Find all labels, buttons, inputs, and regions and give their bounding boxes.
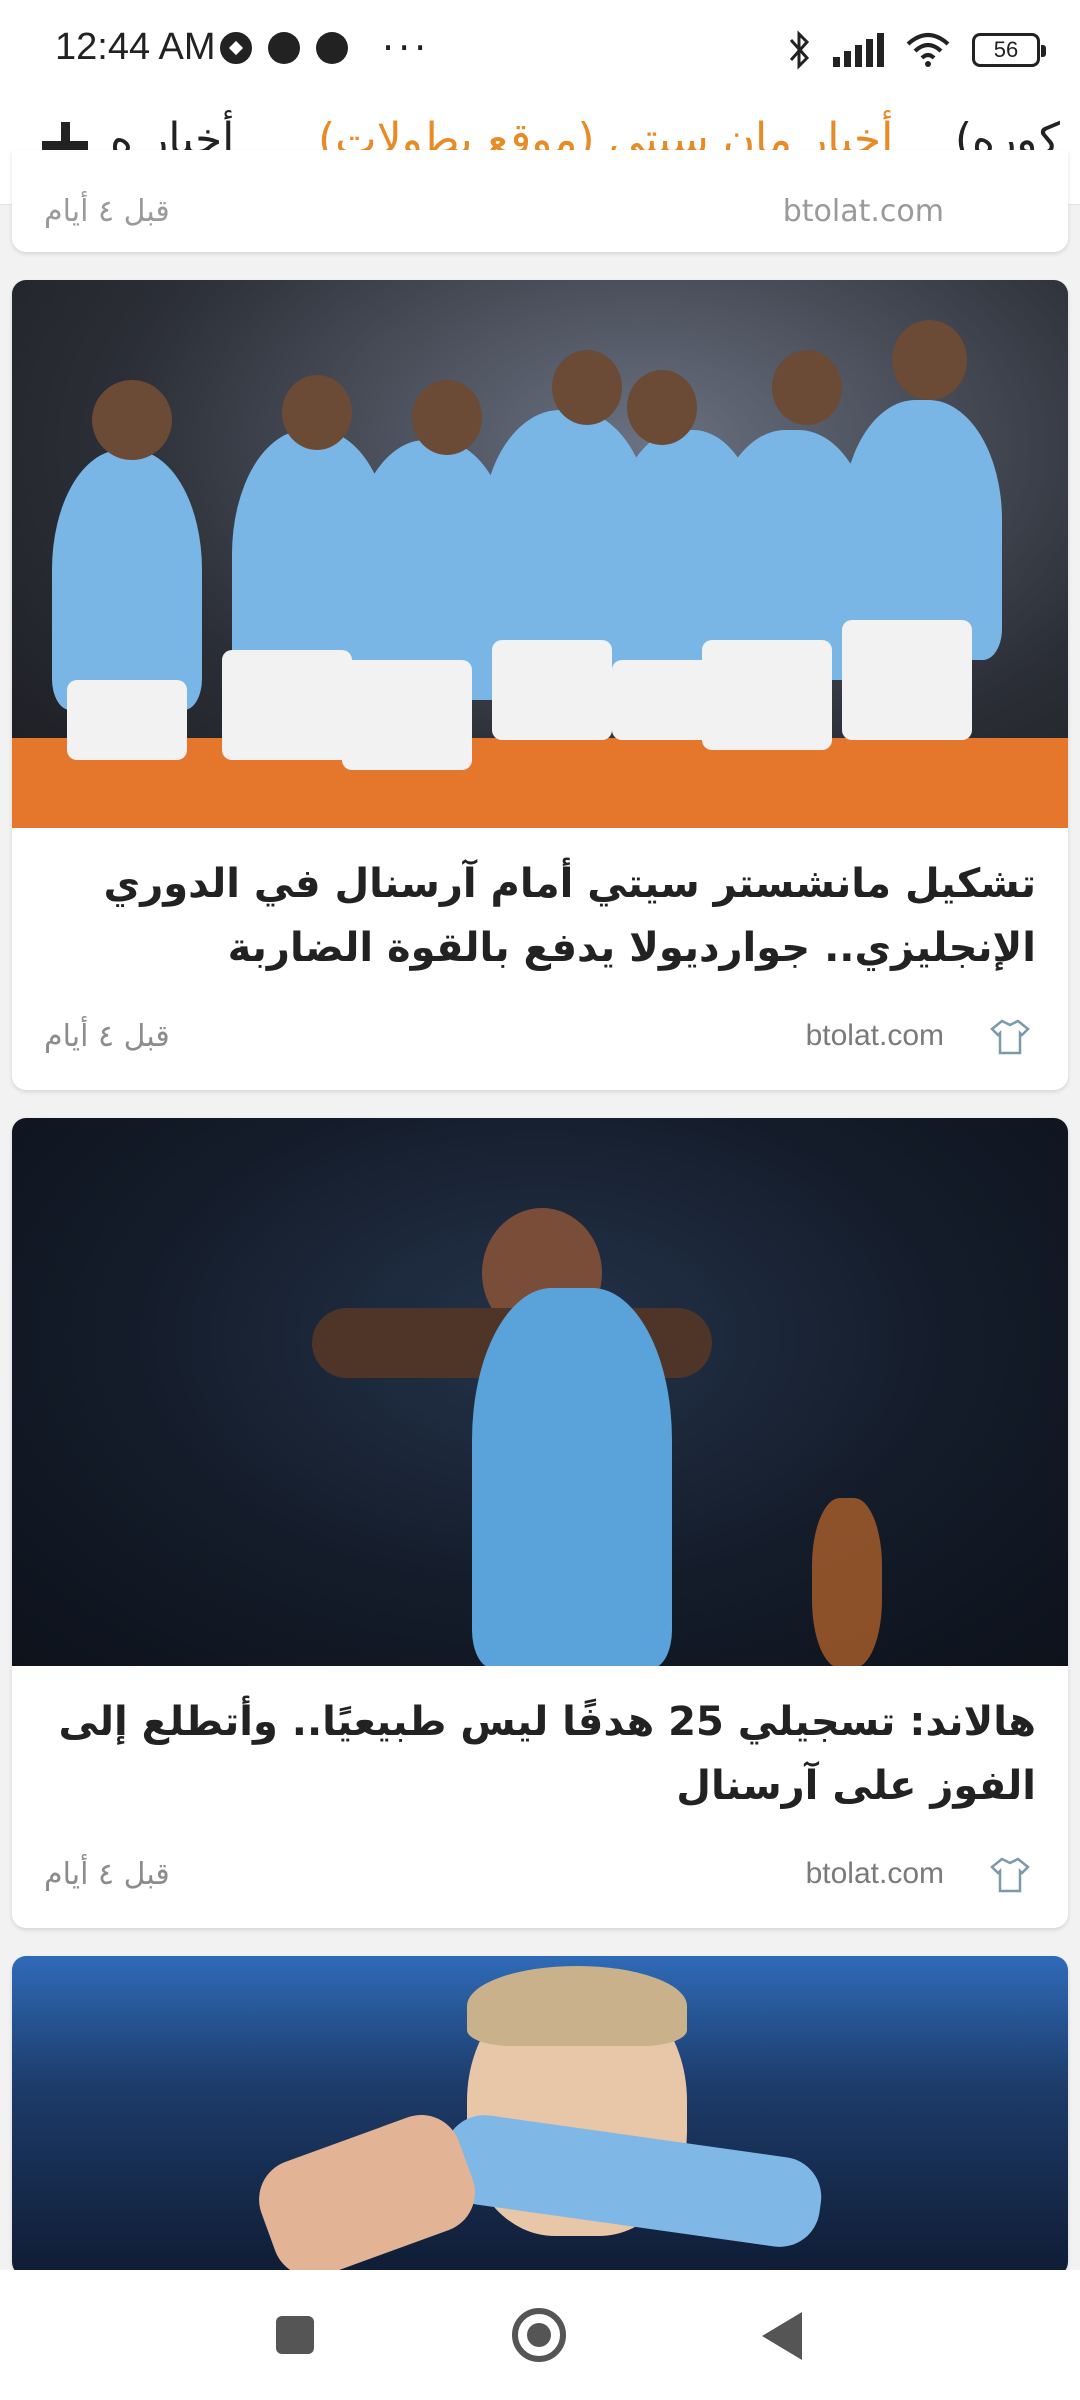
news-card[interactable]: تشكيل مانشستر سيتي أمام آرسنال في الدوري… [12,280,1068,1090]
bluetooth-icon [789,30,810,70]
notification-icons: ··· [220,26,431,70]
wifi-icon [906,33,950,67]
status-time: 12:44 AM [55,26,216,68]
system-nav-bar [0,2270,1080,2400]
article-source: btolat.com [805,1019,944,1052]
article-title: هالاند: تسجيلي 25 هدفًا ليس طبيعيًا.. وأ… [58,1699,1037,1809]
partial-time: قبل ٤ أيام [44,194,170,229]
back-triangle-icon[interactable] [762,2312,802,2360]
partial-source: btolat.com [782,194,944,229]
football-icon [220,32,252,64]
news-card[interactable]: هالاند: تسجيلي 25 هدفًا ليس طبيعيًا.. وأ… [12,1118,1068,1928]
article-image [12,1118,1068,1666]
app-notification-icon [316,32,348,64]
article-meta: قبل ٤ أيام btolat.com [44,1853,1036,1903]
article-meta: قبل ٤ أيام btolat.com [44,1015,1036,1065]
notification-dot-icon [268,32,300,64]
shirt-icon [990,1857,1030,1893]
system-icons: 56 [787,30,1046,70]
article-image [12,1956,1068,2276]
article-source: btolat.com [805,1857,944,1890]
recents-square-icon[interactable] [276,2316,314,2354]
news-card[interactable] [12,1956,1068,2276]
article-time: قبل ٤ أيام [44,1857,170,1892]
status-bar: 12:44 AM ··· 56 [0,0,1080,100]
signal-icon [833,33,884,67]
shirt-icon [990,1019,1030,1055]
home-circle-icon[interactable] [512,2308,566,2362]
partial-meta: قبل ٤ أيام btolat.com [44,194,1036,234]
battery-icon: 56 [972,33,1046,67]
more-notifications-icon: ··· [382,26,431,70]
news-card-partial[interactable]: قبل ٤ أيام btolat.com [12,150,1068,252]
article-time: قبل ٤ أيام [44,1019,170,1054]
article-image [12,280,1068,828]
article-title: تشكيل مانشستر سيتي أمام آرسنال في الدوري… [103,861,1036,971]
